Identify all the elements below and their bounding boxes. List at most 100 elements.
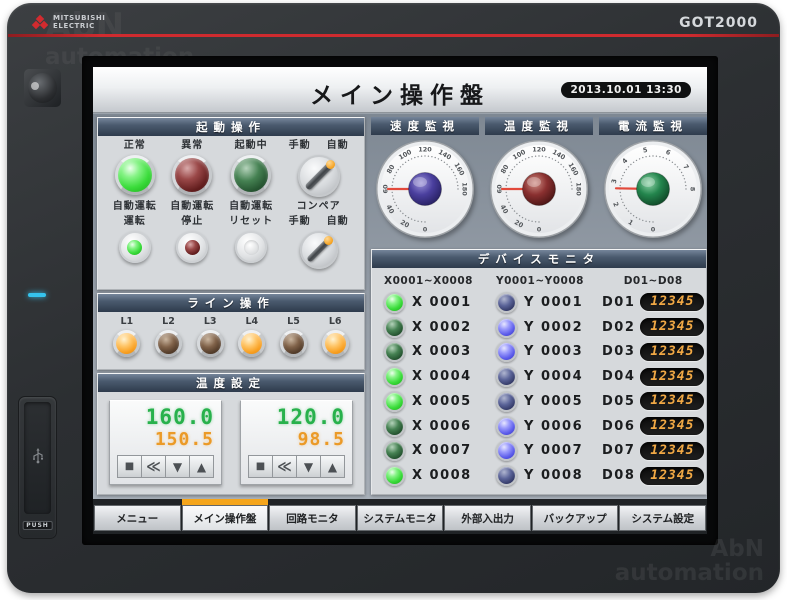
d-column-header: D01~D08 xyxy=(623,275,683,287)
control-label2: 運転 xyxy=(123,216,146,227)
selector-right-label: 自動 xyxy=(326,216,349,227)
stop-button[interactable]: ■ xyxy=(249,456,273,477)
push-button[interactable] xyxy=(176,231,209,263)
gauge-dial: 012345 678 xyxy=(604,140,702,238)
d-device-row: D04 12345 xyxy=(602,364,705,389)
tab[interactable]: メニュー xyxy=(94,505,181,531)
tab[interactable]: 回路モニタ xyxy=(269,505,356,531)
mitsubishi-logo: MITSUBISHI ELECTRIC xyxy=(31,14,106,30)
device-monitor-header: デバイスモニタ xyxy=(372,250,706,268)
y-label: Y 0002 xyxy=(524,319,584,335)
line-lamp-cell: L6 xyxy=(314,316,356,357)
x-label: X 0003 xyxy=(412,344,472,360)
shift-button[interactable]: ≪ xyxy=(142,456,166,477)
tab[interactable]: システムモニタ xyxy=(356,505,444,531)
gauge-title: 速度監視 xyxy=(371,117,479,135)
down-button[interactable]: ▼ xyxy=(297,456,321,477)
tab-label: メイン操作盤 xyxy=(193,512,257,525)
dm-col-y: Y 0001 Y 0002 Y 0003 Y 0004 Y 0005 Y 0006 Y 00… xyxy=(496,290,602,488)
x-lamp xyxy=(384,415,405,437)
y-label: Y 0005 xyxy=(524,393,584,409)
photo-background: AbN automation MITSUBISHI ELECTRIC GOT20… xyxy=(0,0,787,600)
control-label: 自動運転 xyxy=(170,201,215,212)
y-lamp xyxy=(496,316,517,338)
line-lamp-button[interactable] xyxy=(113,330,141,357)
usb-push-label: PUSH xyxy=(22,521,53,530)
up-button[interactable]: ▲ xyxy=(321,456,345,477)
push-button[interactable] xyxy=(118,231,151,263)
x-column: X0001~X0008 X 0001 X 0002 X 0003 X 0004 X 00… xyxy=(384,272,496,488)
x-device-row: X 0002 xyxy=(384,315,496,340)
d-value: 12345 xyxy=(640,342,705,361)
d-value: 12345 xyxy=(640,367,705,386)
line-lamp-button[interactable] xyxy=(154,330,182,357)
control-label: 自動運転 xyxy=(112,201,157,212)
x-device-row: X 0007 xyxy=(384,439,496,464)
stop-button[interactable]: ■ xyxy=(118,456,142,477)
line-lamp-button[interactable] xyxy=(279,330,307,357)
gauge-1: 温度監視 0 20 40 60 80 100 120 140 160 180 xyxy=(485,117,593,247)
y-label: Y 0006 xyxy=(524,418,584,434)
svg-text:0: 0 xyxy=(423,225,428,233)
d-value: 12345 xyxy=(640,293,705,312)
x-label: X 0004 xyxy=(412,369,472,385)
got2000-logo: GOT2000 xyxy=(679,15,758,31)
y-label: Y 0001 xyxy=(524,294,584,310)
svg-text:0: 0 xyxy=(651,225,656,233)
selector-switch[interactable] xyxy=(297,155,340,197)
x-label: X 0008 xyxy=(412,468,472,484)
y-column-header: Y0001~Y0008 xyxy=(496,275,584,287)
d-label: D04 xyxy=(602,369,636,385)
svg-text:0: 0 xyxy=(537,225,542,233)
y-lamp xyxy=(496,390,517,412)
gauge-dial: 020406080100 120 140160180 xyxy=(490,140,588,238)
d-label: D07 xyxy=(602,443,636,459)
line-lamp-button[interactable] xyxy=(238,330,266,357)
push-button[interactable] xyxy=(235,231,268,263)
x-lamp xyxy=(384,291,405,313)
x-lamp xyxy=(384,316,405,338)
y-device-row: Y 0002 xyxy=(496,315,602,340)
gauge-0: 速度監視 0 20 40 60 80 100 120 140 160 180 xyxy=(371,117,479,247)
x-column-header: X0001~X0008 xyxy=(384,275,473,287)
push-button-dot xyxy=(243,239,259,255)
tab-label: 回路モニタ xyxy=(286,512,339,525)
d-label: D05 xyxy=(602,393,636,409)
x-lamp xyxy=(384,341,405,363)
y-device-row: Y 0001 xyxy=(496,290,602,315)
line-lamp-button[interactable] xyxy=(321,330,349,357)
gauge-area: 速度監視 0 20 40 60 80 100 120 140 160 180 温度監視 xyxy=(371,117,707,247)
tab-label: システムモニタ xyxy=(363,512,437,525)
tab-label: システム設定 xyxy=(631,512,695,525)
human-sensor xyxy=(24,69,61,107)
tab[interactable]: システム設定 xyxy=(619,505,707,531)
temp-setpoint-display: 120.0 xyxy=(276,405,345,429)
down-button[interactable]: ▼ xyxy=(166,456,190,477)
y-lamp xyxy=(496,341,517,363)
tab[interactable]: バックアップ xyxy=(531,505,619,531)
d-column: D01~D08 D01 12345 D02 12345 D03 12345 D04 12345… xyxy=(602,272,705,488)
tab-label: 外部入出力 xyxy=(461,512,514,525)
tab[interactable]: メイン操作盤 xyxy=(181,499,269,531)
selector-labels: 手動 自動 xyxy=(289,216,349,228)
shift-button[interactable]: ≪ xyxy=(273,456,297,477)
mitsubishi-mark-icon xyxy=(31,14,49,30)
device-monitor-panel: デバイスモニタ X0001~X0008 X 0001 X 0002 X 0003 X … xyxy=(371,249,707,495)
selector-cell: コンペア 手動 自動 xyxy=(281,201,356,269)
line-lamp-button[interactable] xyxy=(196,330,224,357)
temp-controller-1: 160.0 150.5 ■ ≪ ▼ ▲ xyxy=(109,400,222,485)
device-monitor-body: X0001~X0008 X 0001 X 0002 X 0003 X 0004 X 00… xyxy=(372,268,706,494)
selector-switch[interactable] xyxy=(299,231,338,269)
tab[interactable]: 外部入出力 xyxy=(444,505,531,531)
y-device-row: Y 0008 xyxy=(496,463,602,488)
screen-content: 起動操作 正常 異常 起動中 手動 自動 自動運転 運転 自動運転 停止 自動運転 リセット コンペ… xyxy=(93,114,707,499)
lcd-frame: メイン操作盤 2013.10.01 13:30 起動操作 正常 異常 起動中 手動 自動… xyxy=(82,56,718,545)
gauge-dial: 020406080100 120 140160180 xyxy=(376,140,474,238)
control-label2: リセット xyxy=(229,216,274,227)
d-device-row: D02 12345 xyxy=(602,315,705,340)
up-button[interactable]: ▲ xyxy=(190,456,214,477)
svg-text:120: 120 xyxy=(418,145,432,153)
selector-labels: 手動 自動 xyxy=(289,140,349,152)
control-label: 正常 xyxy=(123,140,146,151)
got2000-device: AbN automation MITSUBISHI ELECTRIC GOT20… xyxy=(7,3,780,593)
